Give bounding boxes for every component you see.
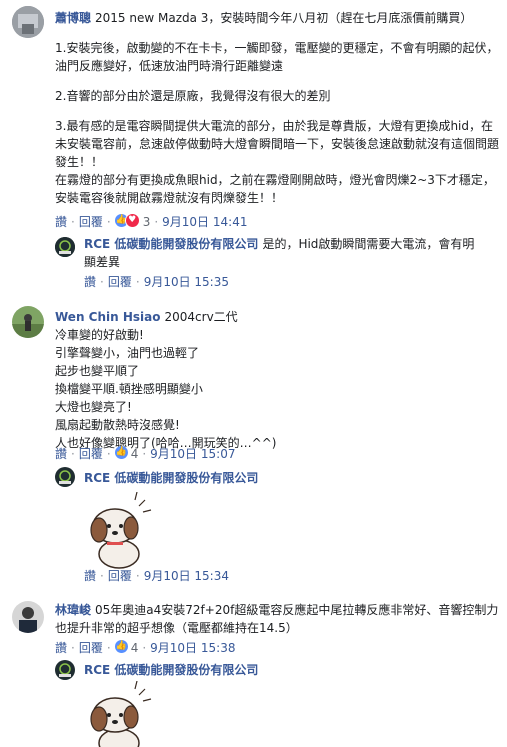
comment-header: 蕭博聰 2015 new Mazda 3，安裝時間今年八月初（趕在七月底漲價前購買… [55, 9, 500, 27]
comment-text: 2015 new Mazda 3，安裝時間今年八月初（趕在七月底漲價前購買） [95, 11, 473, 25]
timestamp[interactable]: 9月10日 14:41 [162, 215, 247, 229]
comment-body: Wen Chin Hsiao 2004crv二代 冷車變的好啟動! 引擎聲變小，油… [55, 308, 500, 452]
comment-body: 蕭博聰 2015 new Mazda 3，安裝時間今年八月初（趕在七月底漲價前購買… [55, 9, 500, 219]
comment-paragraph: 3.最有感的是電容瞬間提供大電流的部分，由於我是尊貴版，大燈有更換成hid，在未… [55, 119, 500, 205]
reply-body: RCE 低碳動能開發股份有限公司 [84, 469, 262, 487]
like-link[interactable]: 讚 [55, 641, 67, 655]
timestamp[interactable]: 9月10日 15:34 [144, 569, 229, 583]
comment-author[interactable]: 蕭博聰 [55, 11, 91, 25]
comment-body: 林瑋峻 05年奧迪a4安裝72f+20f超級電容反應起中尾拉轉反應非常好、音響控制… [55, 601, 500, 637]
like-link[interactable]: 讚 [55, 447, 67, 461]
comment-line: 引擎聲變小，油門也過輕了 [55, 346, 200, 360]
like-reaction-icon: 👍 [114, 446, 128, 459]
timestamp[interactable]: 9月10日 15:35 [144, 275, 229, 289]
comment-paragraph: 1.安裝完後，啟動變的不在卡卡，一觸即發，電壓變的更穩定，不會有明顯的起伏，油門… [55, 41, 499, 73]
reaction-count[interactable]: 3 [143, 215, 151, 229]
comment-line: 起步也變平順了 [55, 364, 140, 378]
comment-line: 大燈也變亮了! [55, 400, 132, 414]
logo-icon [55, 237, 75, 257]
comment-author[interactable]: Wen Chin Hsiao [55, 310, 161, 324]
profile-photo-icon [12, 6, 44, 38]
reply-link[interactable]: 回覆 [79, 447, 103, 461]
reply-author[interactable]: RCE 低碳動能開發股份有限公司 [84, 237, 258, 251]
dog-sticker-icon[interactable] [85, 492, 155, 572]
comment-header: 林瑋峻 05年奧迪a4安裝72f+20f超級電容反應起中尾拉轉反應非常好、音響控制… [55, 601, 500, 637]
reply-link[interactable]: 回覆 [108, 569, 132, 583]
reply-actions: 讚 · 回覆 · 9月10日 15:35 [84, 275, 229, 289]
reply-link[interactable]: 回覆 [79, 215, 103, 229]
comment-line: 風扇起動散熱時沒感覺! [55, 418, 180, 432]
reply-link[interactable]: 回覆 [79, 641, 103, 655]
avatar[interactable] [12, 6, 44, 38]
logo-icon [55, 660, 75, 680]
rce-logo-icon[interactable] [55, 467, 75, 487]
reaction-count[interactable]: 4 [131, 447, 139, 461]
reply-link[interactable]: 回覆 [108, 275, 132, 289]
like-reaction-icon: 👍 [114, 640, 128, 653]
avatar[interactable] [12, 306, 44, 338]
comment-author[interactable]: 林瑋峻 [55, 603, 91, 617]
dog-sticker-icon[interactable] [85, 681, 155, 747]
profile-photo-icon [12, 601, 44, 633]
reaction-count[interactable]: 4 [131, 641, 139, 655]
love-reaction-icon: ♥ [124, 213, 140, 228]
reply-body: RCE 低碳動能開發股份有限公司 是的，Hid啟動瞬間需要大電流，會有明顯差異 [84, 235, 484, 271]
comment-text: 05年奧迪a4安裝72f+20f超級電容反應起中尾拉轉反應非常好、音響控制力也提… [55, 603, 499, 635]
reply-actions: 讚 · 回覆 · 9月10日 15:34 [84, 569, 229, 583]
reaction-icons[interactable]: 👍 [114, 446, 131, 460]
comment-paragraph: 2.音響的部分由於還是原廠，我覺得沒有很大的差別 [55, 89, 331, 103]
comment-line: 冷車變的好啟動! [55, 328, 144, 342]
avatar[interactable] [12, 601, 44, 633]
rce-logo-icon[interactable] [55, 237, 75, 257]
logo-icon [55, 467, 75, 487]
timestamp[interactable]: 9月10日 15:07 [150, 447, 235, 461]
reply-body: RCE 低碳動能開發股份有限公司 [84, 661, 262, 679]
reaction-icons[interactable]: 👍 ♥ [114, 213, 143, 228]
comment-text: 2004crv二代 [164, 310, 238, 324]
like-link[interactable]: 讚 [55, 215, 67, 229]
comment-actions: 讚 · 回覆 · 👍 ♥ 3 · 9月10日 14:41 [55, 213, 248, 229]
reply-text-wrap: RCE 低碳動能開發股份有限公司 是的，Hid啟動瞬間需要大電流，會有明顯差異 [84, 235, 484, 271]
comment-line: 換檔變平順.頓挫感明顯變小 [55, 382, 203, 396]
reply-author[interactable]: RCE 低碳動能開發股份有限公司 [84, 663, 258, 677]
rce-logo-icon[interactable] [55, 660, 75, 680]
comment-header: Wen Chin Hsiao 2004crv二代 [55, 308, 500, 326]
comment-actions: 讚 · 回覆 · 👍 4 · 9月10日 15:38 [55, 640, 236, 655]
timestamp[interactable]: 9月10日 15:38 [150, 641, 235, 655]
like-link[interactable]: 讚 [84, 569, 96, 583]
reply-author[interactable]: RCE 低碳動能開發股份有限公司 [84, 471, 258, 485]
profile-photo-icon [12, 306, 44, 338]
comment-actions: 讚 · 回覆 · 👍 4 · 9月10日 15:07 [55, 446, 236, 461]
like-link[interactable]: 讚 [84, 275, 96, 289]
reaction-icons[interactable]: 👍 [114, 640, 131, 654]
